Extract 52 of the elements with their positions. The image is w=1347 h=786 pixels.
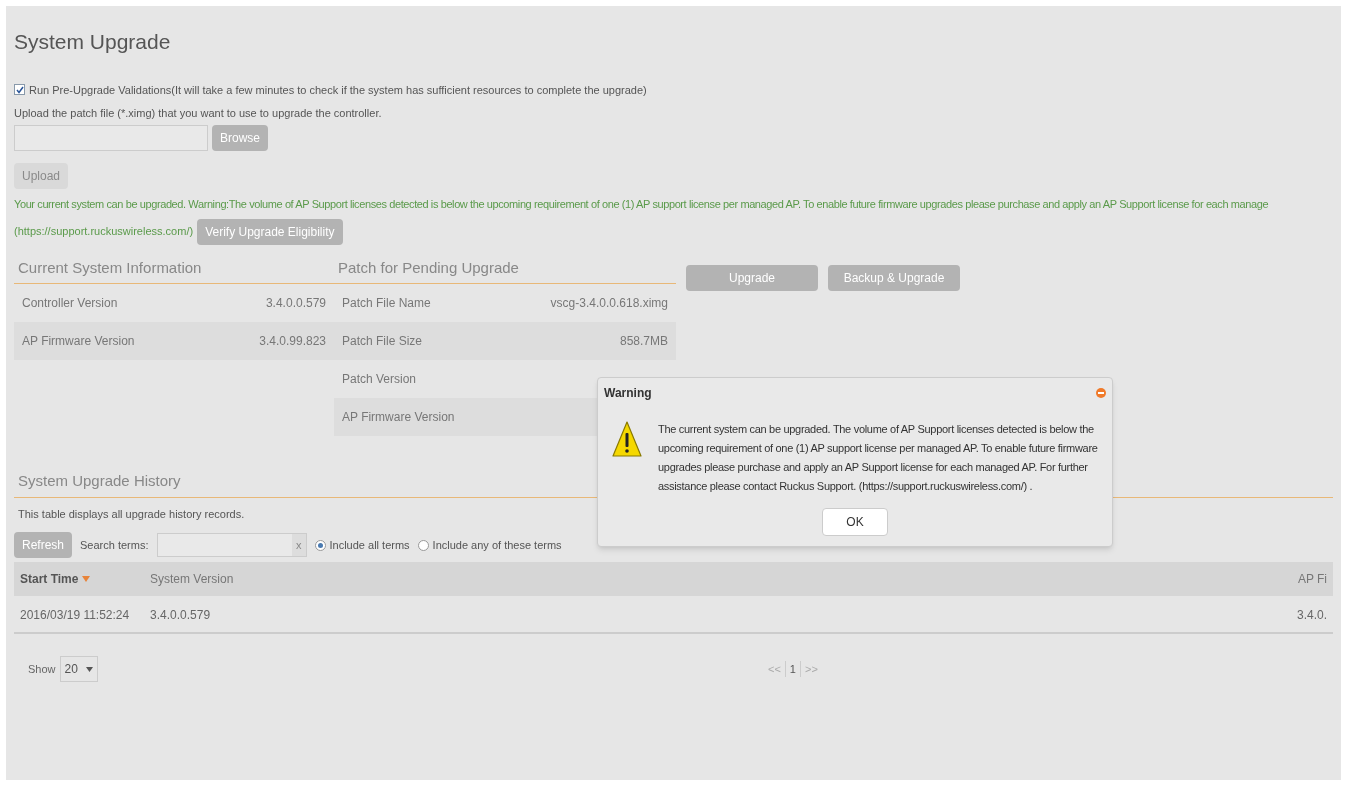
page-size-select[interactable]: 20 <box>59 656 98 682</box>
field-label: Controller Version <box>22 295 118 312</box>
field-value: 3.4.0.0.579 <box>265 295 326 312</box>
upgrade-button[interactable]: Upgrade <box>686 264 818 291</box>
eligibility-message: Your current system can be upgraded. Warning:The volume of AP Support licenses detected is below the upcoming requirement of one (1) AP support license per managed AP. To enable future firmware upgrades please purchase and apply an AP Support license for each manage <box>14 196 1270 211</box>
field-label: AP Firmware Version <box>342 409 455 426</box>
backup-upgrade-button[interactable]: Backup & Upgrade <box>828 264 960 291</box>
page-title: System Upgrade <box>14 29 172 55</box>
section-heading: Patch for Pending Upgrade <box>337 257 520 278</box>
browse-button[interactable]: Browse <box>212 124 268 151</box>
section-heading: System Upgrade History <box>17 471 182 491</box>
search-label: Search terms: <box>80 537 149 553</box>
first-page-link[interactable]: << <box>768 660 781 678</box>
section-heading: Current System Information <box>17 257 203 278</box>
search-field[interactable]: x <box>156 533 307 557</box>
warning-icon <box>612 420 642 460</box>
page-number[interactable]: 1 <box>789 660 796 678</box>
show-label: Show <box>28 661 56 677</box>
verify-eligibility-button[interactable]: Verify Upgrade Eligibility <box>197 218 343 245</box>
instruction-text: Upload the patch file (*.ximg) that you want to use to upgrade the controller. <box>14 106 383 121</box>
refresh-button[interactable]: Refresh <box>14 532 73 558</box>
field-label: AP Firmware Version <box>22 333 135 350</box>
column-header[interactable]: AP Fi <box>1297 570 1327 588</box>
table-cell: 2016/03/19 11:52:24 <box>20 608 130 622</box>
dialog-title: Warning <box>604 385 652 402</box>
field-label: Patch Version <box>342 371 417 388</box>
field-label: Patch File Size <box>342 333 423 350</box>
field-value: 858.7MB <box>619 333 668 350</box>
field-label: Patch File Name <box>342 295 431 312</box>
column-header[interactable]: Start Time <box>20 570 79 588</box>
column-header[interactable]: System Version <box>150 570 234 588</box>
field-value: 3.4.0.99.823 <box>259 333 326 350</box>
sort-down-icon <box>82 576 91 582</box>
checkbox[interactable] <box>14 84 25 96</box>
clear-button[interactable]: x <box>292 534 306 556</box>
field-value: vscg-3.4.0.0.618.ximg <box>550 295 668 312</box>
file-input-field[interactable] <box>14 124 208 151</box>
table-cell: 3.4.0.0.579 <box>150 608 211 622</box>
radio-button[interactable] <box>417 539 429 551</box>
dialog-message: The current system can be upgraded. The volume of AP Support licenses detected is below the upcoming requirement of one (1) AP support license per managed AP. To enable future firmware upgrades please purchase and apply an AP Support license for each managed AP. For further assistance please contact Ruckus Support. (https://support.ruckuswireless.com/) . <box>658 422 1098 494</box>
radio-button[interactable] <box>314 539 326 551</box>
table-cell: 3.4.0. <box>1296 608 1327 622</box>
ok-button[interactable]: OK <box>822 508 888 536</box>
last-page-link[interactable]: >> <box>805 660 818 678</box>
table-description: This table displays all upgrade history records. <box>17 506 246 522</box>
support-link[interactable]: (https://support.ruckuswireless.com/) <box>14 223 194 240</box>
radio-label: Include any of these terms <box>432 537 562 553</box>
checkbox-label: Run Pre-Upgrade Validations(It will take a few minutes to check if the system has sufficient resources to complete the upgrade) <box>29 82 647 98</box>
close-icon[interactable] <box>1096 388 1106 398</box>
caret-icon <box>85 666 93 672</box>
checkmark-icon <box>15 85 24 94</box>
radio-label: Include all terms <box>329 537 410 553</box>
